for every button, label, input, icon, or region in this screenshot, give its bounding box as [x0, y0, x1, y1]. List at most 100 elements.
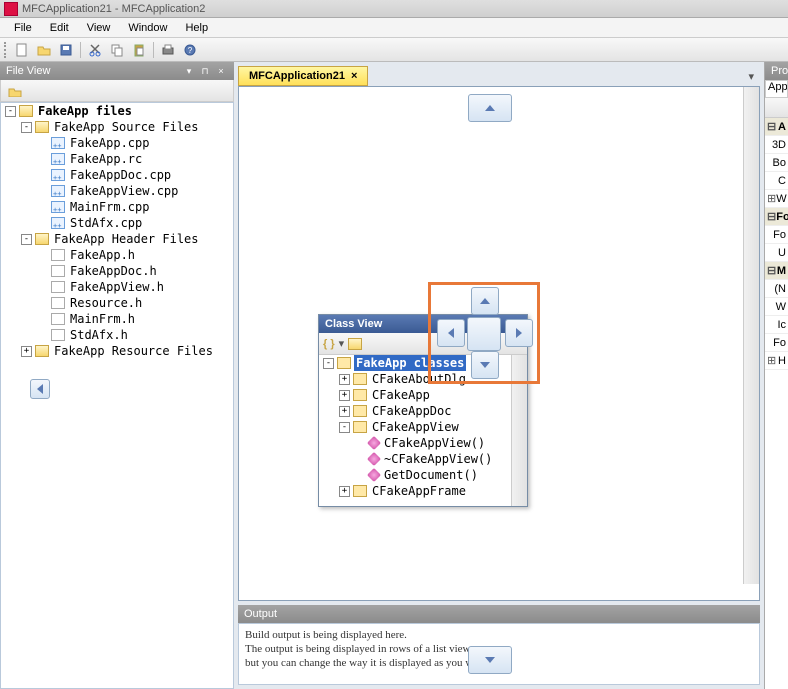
expand-icon[interactable]: +	[339, 374, 350, 385]
tree-folder-src[interactable]: FakeApp Source Files	[52, 119, 201, 135]
tree-file[interactable]: FakeAppDoc.h	[68, 263, 159, 279]
dock-right-icon[interactable]	[505, 319, 533, 347]
menu-file[interactable]: File	[6, 20, 40, 36]
tree-folder-res[interactable]: FakeApp Resource Files	[52, 343, 215, 359]
brace-icon[interactable]: { }	[323, 338, 335, 350]
menu-window[interactable]: Window	[120, 20, 175, 36]
menu-view[interactable]: View	[79, 20, 119, 36]
expand-icon[interactable]: -	[323, 358, 334, 369]
dock-up-icon[interactable]	[471, 287, 499, 315]
expand-icon[interactable]: -	[21, 234, 32, 245]
properties-combo[interactable]: Appli	[765, 80, 788, 98]
new-icon[interactable]	[12, 40, 32, 60]
tree-file[interactable]: FakeApp.h	[68, 247, 137, 263]
pin-icon[interactable]: ⊓	[198, 64, 212, 78]
expand-icon[interactable]: +	[339, 486, 350, 497]
prop-row[interactable]: U	[765, 244, 788, 262]
about-icon[interactable]: ?	[180, 40, 200, 60]
tree-file[interactable]: StdAfx.cpp	[68, 215, 144, 231]
paste-icon[interactable]	[129, 40, 149, 60]
expand-icon[interactable]: -	[5, 106, 16, 117]
prop-row[interactable]: C	[765, 172, 788, 190]
expand-icon[interactable]: ⊞	[767, 354, 778, 367]
dock-left-icon[interactable]	[437, 319, 465, 347]
prop-row[interactable]: Ic	[765, 316, 788, 334]
prop-row[interactable]: W	[765, 298, 788, 316]
expand-icon[interactable]: ⊞	[767, 192, 776, 205]
expand-icon[interactable]: +	[339, 406, 350, 417]
prop-row[interactable]: 3D	[765, 136, 788, 154]
tree-file[interactable]: FakeAppView.h	[68, 279, 166, 295]
copy-icon[interactable]	[107, 40, 127, 60]
print-icon[interactable]	[158, 40, 178, 60]
cut-icon[interactable]	[85, 40, 105, 60]
scrollbar-vertical[interactable]	[743, 87, 759, 584]
tabbar-menu-icon[interactable]: ▾	[742, 70, 760, 83]
dock-center-icon[interactable]	[467, 317, 501, 351]
open-icon[interactable]	[34, 40, 54, 60]
prop-label: H	[778, 355, 786, 367]
close-panel-icon[interactable]: ×	[214, 64, 228, 78]
expand-icon[interactable]: ⊟	[767, 210, 776, 223]
prop-row[interactable]: ⊞W	[765, 190, 788, 208]
prop-row[interactable]: (N	[765, 280, 788, 298]
fileview-panel: File View ▾ ⊓ × -FakeApp files -FakeApp …	[0, 62, 234, 689]
menu-help[interactable]: Help	[177, 20, 216, 36]
method-item[interactable]: CFakeAppView()	[382, 435, 487, 451]
tab-active[interactable]: MFCApplication21 ×	[238, 66, 368, 86]
prop-row[interactable]: Fo	[765, 226, 788, 244]
expand-icon[interactable]: +	[21, 346, 32, 357]
cpp-file-icon	[51, 169, 65, 181]
properties-header[interactable]: Prope	[765, 62, 788, 80]
save-icon[interactable]	[56, 40, 76, 60]
tree-file[interactable]: StdAfx.h	[68, 327, 130, 343]
dropdown-icon[interactable]: ▾	[182, 64, 196, 78]
tree-file[interactable]: FakeAppView.cpp	[68, 183, 180, 199]
class-icon	[353, 485, 367, 497]
expand-icon[interactable]: +	[339, 390, 350, 401]
class-item[interactable]: CFakeAppView	[370, 419, 461, 435]
prop-label: A	[778, 121, 786, 133]
folder-open-icon[interactable]	[348, 338, 362, 350]
dock-edge-top-icon[interactable]	[468, 94, 512, 122]
tree-file[interactable]: FakeApp.cpp	[68, 135, 151, 151]
menu-edit[interactable]: Edit	[42, 20, 77, 36]
output-header[interactable]: Output	[238, 605, 760, 623]
tree-file[interactable]: FakeApp.rc	[68, 151, 144, 167]
tree-folder-hdr[interactable]: FakeApp Header Files	[52, 231, 201, 247]
output-line: Build output is being displayed here.	[245, 628, 753, 642]
tree-file[interactable]: Resource.h	[68, 295, 144, 311]
tree-file[interactable]: MainFrm.cpp	[68, 199, 151, 215]
dock-edge-left-icon[interactable]	[30, 379, 50, 399]
expand-icon[interactable]: ⊟	[767, 120, 778, 133]
prop-label: C	[778, 175, 786, 187]
class-icon	[353, 405, 367, 417]
class-item[interactable]: CFakeApp	[370, 387, 432, 403]
prop-row[interactable]: ⊟Fo	[765, 208, 788, 226]
toolbar-grip[interactable]	[4, 42, 8, 58]
prop-row[interactable]: ⊟M	[765, 262, 788, 280]
fileview-toolbar	[0, 80, 234, 102]
class-item[interactable]: CFakeAppDoc	[370, 403, 453, 419]
tree-file[interactable]: FakeAppDoc.cpp	[68, 167, 173, 183]
tree-root[interactable]: FakeApp files	[36, 103, 134, 119]
fileview-header[interactable]: File View ▾ ⊓ ×	[0, 62, 234, 80]
dock-down-icon[interactable]	[471, 351, 499, 379]
expand-icon[interactable]: -	[339, 422, 350, 433]
class-item[interactable]: CFakeAppFrame	[370, 483, 468, 499]
expand-icon[interactable]: ⊟	[767, 264, 777, 277]
prop-row[interactable]: Fo	[765, 334, 788, 352]
expand-icon[interactable]: -	[21, 122, 32, 133]
dock-edge-bottom-icon[interactable]	[468, 646, 512, 674]
prop-row[interactable]: ⊟A	[765, 118, 788, 136]
tree-file[interactable]: MainFrm.h	[68, 311, 137, 327]
dock-overlay	[428, 282, 540, 384]
prop-row[interactable]: Bo	[765, 154, 788, 172]
prop-label: W	[776, 193, 786, 205]
method-item[interactable]: GetDocument()	[382, 467, 480, 483]
prop-row[interactable]: ⊞H	[765, 352, 788, 370]
dropdown-icon[interactable]: ▾	[339, 337, 345, 350]
folder-home-icon[interactable]	[5, 81, 25, 101]
tab-close-icon[interactable]: ×	[351, 70, 357, 82]
method-item[interactable]: ~CFakeAppView()	[382, 451, 494, 467]
